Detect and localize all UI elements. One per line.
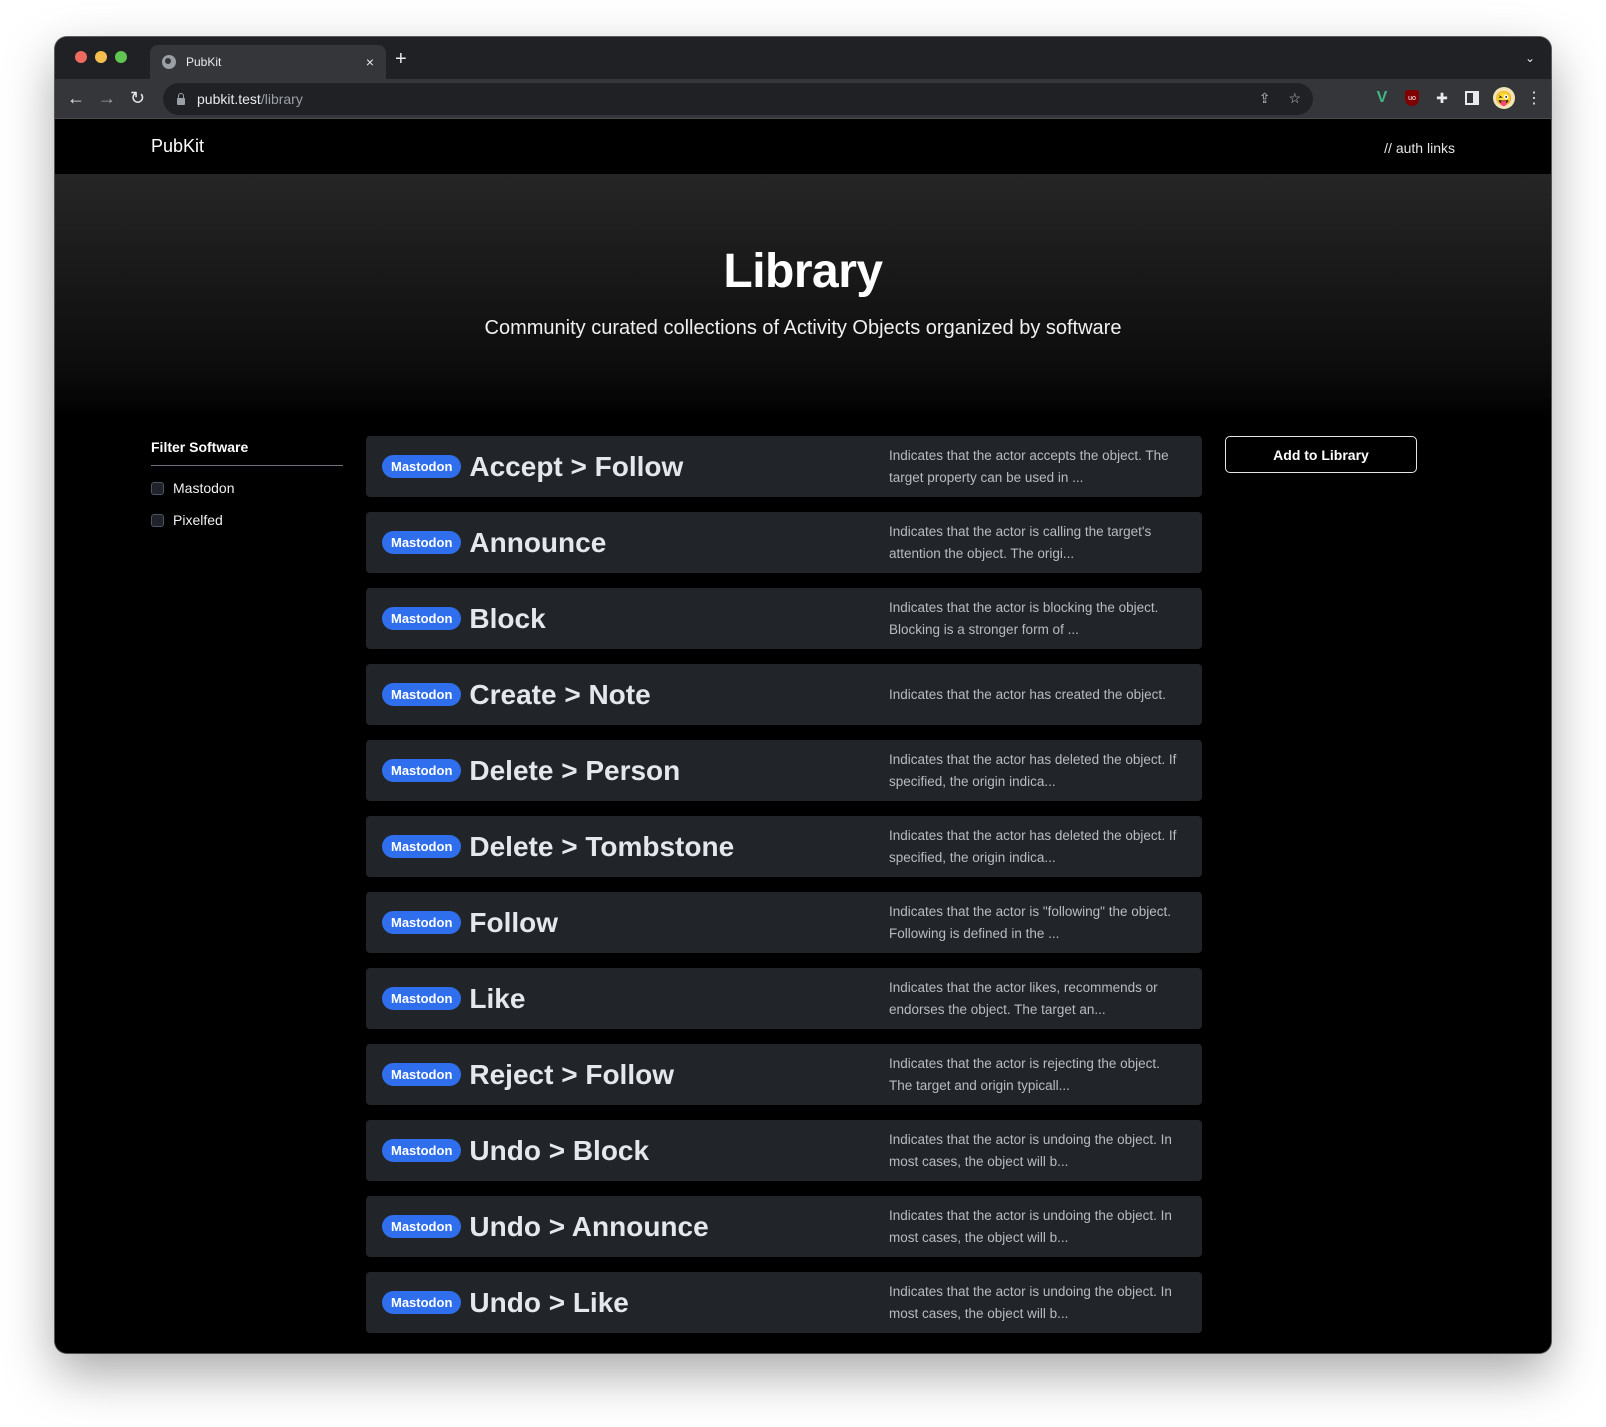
tab-strip: PubKit × + ⌄ [55, 37, 1551, 79]
software-badge: Mastodon [382, 759, 462, 782]
software-badge: Mastodon [382, 1215, 462, 1238]
extensions-area: V uo ✚ 😜 ⋮ [1373, 87, 1542, 109]
checkbox[interactable] [151, 481, 164, 495]
filter-sidebar: Filter Software Mastodon Pixelfed [151, 439, 343, 530]
forward-arrow-icon[interactable]: → [98, 88, 116, 108]
library-item[interactable]: Mastodon Follow Indicates that the actor i… [366, 892, 1202, 953]
item-description: Indicates that the actor is blocking the… [889, 599, 1159, 637]
item-description: Indicates that the actor likes, recommen… [889, 979, 1158, 1017]
auth-links[interactable]: // auth links [1384, 140, 1455, 156]
brand-logo[interactable]: PubKit [151, 136, 204, 157]
software-badge: Mastodon [382, 1291, 462, 1314]
filter-mastodon[interactable]: Mastodon [151, 478, 343, 498]
item-title[interactable]: Follow [469, 907, 889, 939]
reload-icon[interactable]: ↻ [130, 88, 145, 108]
software-badge: Mastodon [382, 683, 462, 706]
hero: Library Community curated collections of… [55, 174, 1551, 419]
item-title[interactable]: Delete > Person [469, 755, 889, 787]
item-description: Indicates that the actor has deleted the… [889, 751, 1177, 789]
maximize-window-button[interactable] [115, 51, 127, 63]
url-path: /library [260, 91, 303, 107]
filter-label: Pixelfed [173, 512, 223, 528]
library-item[interactable]: Mastodon Reject > Follow Indicates that th… [366, 1044, 1202, 1105]
extensions-puzzle-icon[interactable]: ✚ [1433, 89, 1451, 107]
add-to-library-button[interactable]: Add to Library [1225, 436, 1417, 473]
globe-icon [162, 55, 176, 69]
back-arrow-icon[interactable]: ← [67, 88, 85, 108]
bookmark-star-icon[interactable]: ☆ [1288, 90, 1301, 107]
item-description: Indicates that the actor is undoing the … [889, 1207, 1172, 1245]
item-title[interactable]: Undo > Like [469, 1287, 889, 1319]
item-title[interactable]: Announce [469, 527, 889, 559]
library-item[interactable]: Mastodon Undo > Block Indicates that the a… [366, 1120, 1202, 1181]
library-list: Mastodon Accept > Follow Indicates that th… [366, 436, 1202, 1348]
new-tab-button[interactable]: + [395, 49, 407, 69]
kebab-menu-icon[interactable]: ⋮ [1526, 89, 1542, 107]
vue-devtools-icon[interactable]: V [1373, 89, 1391, 107]
item-description: Indicates that the actor is undoing the … [889, 1131, 1172, 1169]
lock-icon [177, 92, 185, 105]
side-panel-icon[interactable] [1465, 91, 1479, 105]
software-badge: Mastodon [382, 835, 462, 858]
filter-pixelfed[interactable]: Pixelfed [151, 510, 343, 530]
item-description: Indicates that the actor accepts the obj… [889, 447, 1169, 485]
library-item[interactable]: Mastodon Delete > Tombstone Indicates that… [366, 816, 1202, 877]
item-title[interactable]: Block [469, 603, 889, 635]
close-tab-icon[interactable]: × [366, 54, 374, 70]
page-title: Library [723, 245, 883, 298]
tab-search-chevron-icon[interactable]: ⌄ [1525, 51, 1535, 65]
software-badge: Mastodon [382, 531, 462, 554]
item-title[interactable]: Undo > Announce [469, 1211, 889, 1243]
software-badge: Mastodon [382, 1139, 462, 1162]
software-badge: Mastodon [382, 455, 462, 478]
library-item[interactable]: Mastodon Undo > Announce Indicates that th… [366, 1196, 1202, 1257]
item-title[interactable]: Undo > Block [469, 1135, 889, 1167]
item-description: Indicates that the actor is calling the … [889, 523, 1152, 561]
software-badge: Mastodon [382, 607, 462, 630]
url-host: pubkit.test [197, 91, 261, 107]
library-item[interactable]: Mastodon Block Indicates that the actor is… [366, 588, 1202, 649]
software-badge: Mastodon [382, 987, 462, 1010]
library-item[interactable]: Mastodon Accept > Follow Indicates that th… [366, 436, 1202, 497]
library-item[interactable]: Mastodon Create > Note Indicates that the … [366, 664, 1202, 725]
browser-toolbar: ← → ↻ pubkit.test/library ⇪ ☆ V uo ✚ 😜 ⋮ [55, 79, 1551, 119]
browser-window: PubKit × + ⌄ ← → ↻ pubkit.test/library ⇪… [55, 37, 1551, 1353]
software-badge: Mastodon [382, 911, 462, 934]
item-title[interactable]: Accept > Follow [469, 451, 889, 483]
item-title[interactable]: Like [469, 983, 889, 1015]
tab-title: PubKit [186, 55, 222, 69]
library-item[interactable]: Mastodon Undo > Like Indicates that the ac… [366, 1272, 1202, 1333]
site-header: PubKit // auth links [55, 120, 1551, 174]
item-title[interactable]: Create > Note [469, 679, 889, 711]
filter-label: Mastodon [173, 480, 235, 496]
browser-tab[interactable]: PubKit × [150, 45, 386, 79]
library-item[interactable]: Mastodon Like Indicates that the actor lik… [366, 968, 1202, 1029]
ublock-icon[interactable]: uo [1405, 90, 1419, 106]
close-window-button[interactable] [75, 51, 87, 63]
address-bar[interactable]: pubkit.test/library ⇪ ☆ [163, 83, 1313, 115]
library-item[interactable]: Mastodon Delete > Person Indicates that th… [366, 740, 1202, 801]
window-controls [75, 51, 127, 63]
item-title[interactable]: Delete > Tombstone [469, 831, 889, 863]
item-title[interactable]: Reject > Follow [469, 1059, 889, 1091]
software-badge: Mastodon [382, 1063, 462, 1086]
profile-avatar[interactable]: 😜 [1493, 87, 1515, 109]
filter-heading: Filter Software [151, 439, 343, 466]
minimize-window-button[interactable] [95, 51, 107, 63]
item-description: Indicates that the actor has deleted the… [889, 827, 1177, 865]
item-description: Indicates that the actor is "following" … [889, 903, 1171, 941]
item-description: Indicates that the actor is undoing the … [889, 1283, 1172, 1321]
item-description: Indicates that the actor has created the… [889, 686, 1166, 702]
checkbox[interactable] [151, 513, 164, 527]
library-item[interactable]: Mastodon Announce Indicates that the actor… [366, 512, 1202, 573]
item-description: Indicates that the actor is rejecting th… [889, 1055, 1160, 1093]
page: PubKit // auth links Library Community c… [55, 120, 1551, 1353]
page-subtitle: Community curated collections of Activit… [484, 317, 1122, 339]
share-icon[interactable]: ⇪ [1259, 90, 1271, 107]
